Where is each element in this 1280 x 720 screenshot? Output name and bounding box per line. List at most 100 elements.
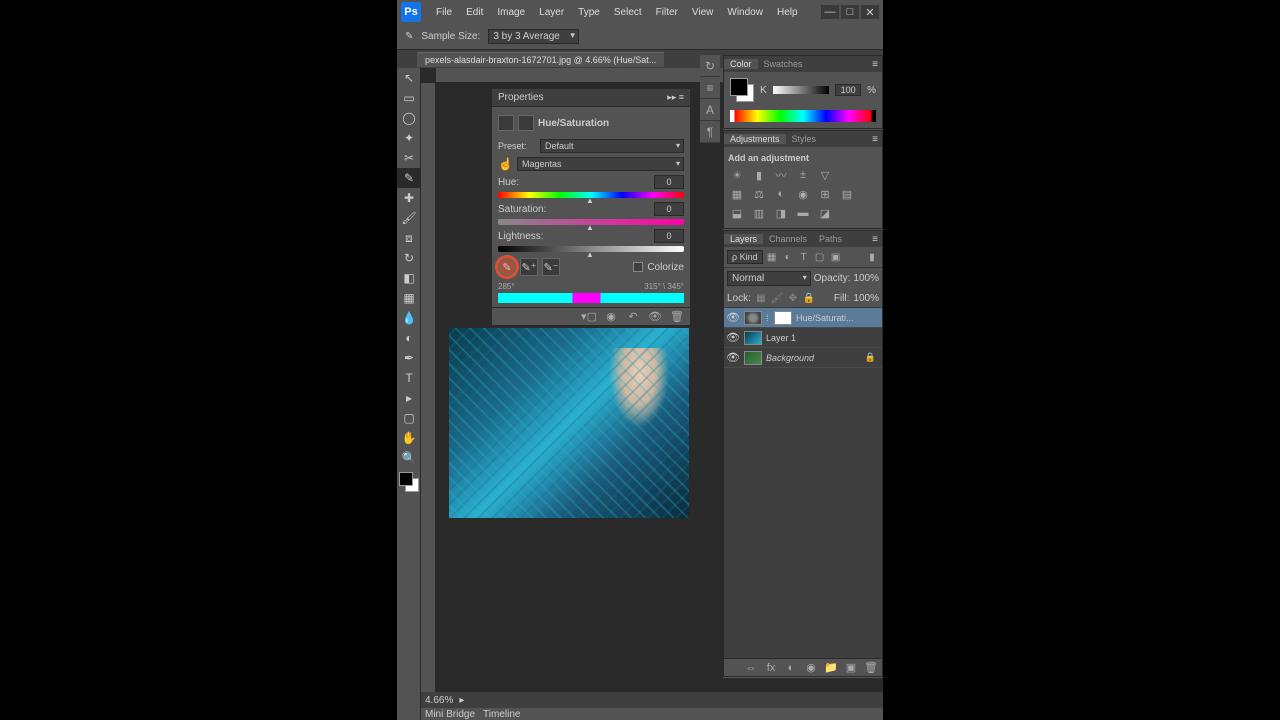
lock-position-icon[interactable]: ✥ — [787, 292, 799, 304]
reset-icon[interactable]: ↶ — [626, 310, 640, 324]
selective-color-icon[interactable]: ◪ — [816, 205, 834, 221]
new-layer-icon[interactable]: ▣ — [844, 661, 858, 675]
exposure-icon[interactable]: ± — [794, 167, 812, 183]
color-tab[interactable]: Color — [724, 59, 758, 69]
levels-icon[interactable]: ▮ — [750, 167, 768, 183]
shape-tool[interactable]: ▢ — [397, 408, 421, 428]
document-tab[interactable]: pexels-alasdair-braxton-1672701.jpg @ 4.… — [417, 52, 664, 67]
mini-bridge-tab[interactable]: Mini Bridge — [425, 709, 475, 720]
saturation-value[interactable]: 0 — [654, 202, 684, 216]
adjustments-tab[interactable]: Adjustments — [724, 134, 786, 144]
eyedropper-sample-button[interactable]: ✎ — [498, 258, 516, 276]
fill-value[interactable]: 100% — [853, 293, 879, 304]
eraser-tool[interactable]: ◧ — [397, 268, 421, 288]
brush-tool[interactable]: 🖌 — [397, 208, 421, 228]
menu-layer[interactable]: Layer — [532, 7, 571, 18]
layer-name[interactable]: Background — [766, 353, 814, 363]
menu-image[interactable]: Image — [490, 7, 532, 18]
dock-properties-icon[interactable]: ≡ — [700, 77, 720, 99]
color-balance-icon[interactable]: ⚖ — [750, 186, 768, 202]
zoom-tool[interactable]: 🔍 — [397, 448, 421, 468]
filter-shape-icon[interactable]: ▢ — [813, 250, 827, 264]
menu-help[interactable]: Help — [770, 7, 805, 18]
menu-edit[interactable]: Edit — [459, 7, 490, 18]
close-button[interactable]: ✕ — [861, 5, 879, 19]
type-tool[interactable]: T — [397, 368, 421, 388]
threshold-icon[interactable]: ◨ — [772, 205, 790, 221]
dock-paragraph-icon[interactable]: ¶ — [700, 121, 720, 143]
pen-tool[interactable]: ✒ — [397, 348, 421, 368]
lock-transparent-icon[interactable]: ▦ — [755, 292, 767, 304]
targeted-adjustment-icon[interactable]: ☝ — [498, 157, 513, 171]
layer-style-icon[interactable]: fx — [764, 661, 778, 675]
layer-mask-icon[interactable]: ◐ — [784, 661, 798, 675]
timeline-tab[interactable]: Timeline — [483, 709, 520, 720]
preset-select[interactable]: Default — [540, 139, 684, 153]
hand-tool[interactable]: ✋ — [397, 428, 421, 448]
filter-adjustment-icon[interactable]: ◐ — [781, 250, 795, 264]
eyedropper-add-button[interactable]: ✎⁺ — [520, 258, 538, 276]
opacity-value[interactable]: 100% — [853, 273, 879, 284]
document-canvas[interactable] — [449, 328, 689, 518]
new-group-icon[interactable]: 📁 — [824, 661, 838, 675]
marquee-tool[interactable]: ▭ — [397, 88, 421, 108]
visibility-toggle[interactable]: 👁 — [726, 351, 740, 364]
delete-icon[interactable]: 🗑 — [670, 310, 684, 324]
gradient-map-icon[interactable]: ▬ — [794, 205, 812, 221]
layer-thumb[interactable] — [744, 351, 762, 365]
channel-select[interactable]: Magentas — [517, 157, 684, 171]
colorize-checkbox[interactable] — [633, 262, 643, 272]
menu-file[interactable]: File — [429, 7, 459, 18]
hue-saturation-icon[interactable]: ▦ — [728, 186, 746, 202]
layer-thumb[interactable] — [744, 311, 762, 325]
layer-filter-kind[interactable]: ρ Kind — [727, 250, 763, 264]
menu-window[interactable]: Window — [720, 7, 770, 18]
color-lookup-icon[interactable]: ▤ — [838, 186, 856, 202]
minimize-button[interactable]: — — [821, 5, 839, 19]
invert-icon[interactable]: ⬓ — [728, 205, 746, 221]
brightness-contrast-icon[interactable]: ☀ — [728, 167, 746, 183]
magic-wand-tool[interactable]: ✦ — [397, 128, 421, 148]
k-slider[interactable] — [773, 86, 829, 94]
panel-menu-icon[interactable]: ≡ — [868, 134, 882, 145]
move-tool[interactable]: ↖ — [397, 68, 421, 88]
hue-value[interactable]: 0 — [654, 175, 684, 189]
color-swatches[interactable] — [730, 78, 754, 102]
swatches-tab[interactable]: Swatches — [758, 59, 809, 69]
menu-select[interactable]: Select — [607, 7, 649, 18]
crop-tool[interactable]: ✂ — [397, 148, 421, 168]
dock-character-icon[interactable]: A — [700, 99, 720, 121]
vibrance-icon[interactable]: ▽ — [816, 167, 834, 183]
dodge-tool[interactable]: ◐ — [397, 328, 421, 348]
lock-pixels-icon[interactable]: 🖌 — [771, 292, 783, 304]
lock-all-icon[interactable]: 🔒 — [803, 292, 815, 304]
foreground-background-colors[interactable] — [399, 472, 419, 492]
layer-row[interactable]: 👁 ⁞ Hue/Saturati... — [724, 308, 882, 328]
new-adjustment-icon[interactable]: ◉ — [804, 661, 818, 675]
visibility-toggle[interactable]: 👁 — [726, 311, 740, 324]
link-layers-icon[interactable]: ⇔ — [744, 661, 758, 675]
lasso-tool[interactable]: ◯ — [397, 108, 421, 128]
healing-brush-tool[interactable]: ✚ — [397, 188, 421, 208]
color-spectrum[interactable] — [730, 110, 876, 122]
layer-row[interactable]: 👁 Layer 1 — [724, 328, 882, 348]
posterize-icon[interactable]: ▥ — [750, 205, 768, 221]
eyedropper-subtract-button[interactable]: ✎⁻ — [542, 258, 560, 276]
sample-size-select[interactable]: 3 by 3 Average — [488, 29, 579, 44]
channel-mixer-icon[interactable]: ⊞ — [816, 186, 834, 202]
curves-icon[interactable]: 〰 — [772, 167, 790, 183]
saturation-slider[interactable] — [498, 219, 684, 225]
clone-stamp-tool[interactable]: ⧈ — [397, 228, 421, 248]
layer-name[interactable]: Hue/Saturati... — [796, 313, 854, 323]
mask-thumb[interactable] — [774, 311, 792, 325]
visibility-icon[interactable]: 👁 — [648, 310, 662, 324]
paths-tab[interactable]: Paths — [813, 234, 848, 244]
panel-collapse-icon[interactable]: ▸▸ ≡ — [667, 92, 684, 103]
delete-layer-icon[interactable]: 🗑 — [864, 661, 878, 675]
history-brush-tool[interactable]: ↻ — [397, 248, 421, 268]
color-range-strip[interactable] — [498, 293, 684, 303]
layer-row[interactable]: 👁 Background 🔒 — [724, 348, 882, 368]
path-select-tool[interactable]: ▸ — [397, 388, 421, 408]
eyedropper-tool[interactable]: ✎ — [397, 168, 421, 188]
blend-mode-select[interactable]: Normal — [727, 271, 811, 286]
